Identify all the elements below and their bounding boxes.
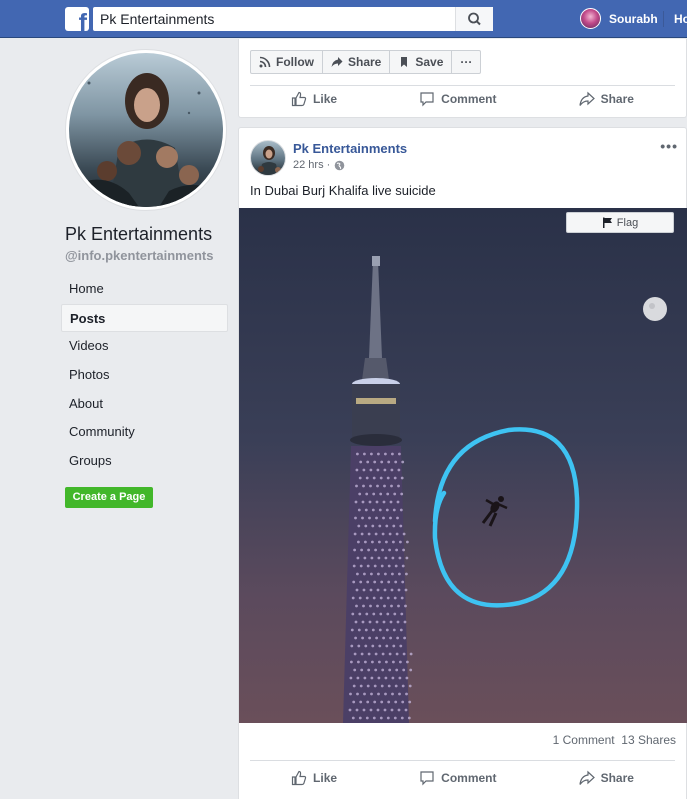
globe-icon (334, 160, 345, 170)
post-text: In Dubai Burj Khalifa live suicide (250, 183, 436, 198)
like-button[interactable]: Like (291, 91, 337, 107)
thumbs-up-icon (291, 91, 307, 107)
sidebar-item-posts[interactable]: Posts (61, 303, 228, 333)
share-arrow-icon (578, 770, 595, 785)
avatar[interactable] (580, 8, 601, 29)
share-button[interactable]: Share (578, 91, 634, 107)
create-page-button[interactable]: Create a Page (65, 487, 153, 508)
search-input[interactable]: Pk Entertainments (93, 7, 493, 31)
save-label: Save (415, 55, 444, 69)
bookmark-icon (401, 57, 408, 67)
divider (250, 760, 675, 761)
like-button[interactable]: Like (291, 770, 337, 786)
post-author-link[interactable]: Pk Entertainments (293, 141, 407, 156)
search-button[interactable] (455, 7, 493, 31)
page-actions-card: Follow Share Save ··· Like Comment Share (238, 39, 687, 118)
share-button[interactable]: Share (578, 770, 634, 786)
like-label: Like (313, 771, 338, 785)
sidebar-item-home[interactable]: Home (61, 275, 228, 304)
page-profile-picture[interactable] (65, 49, 227, 211)
post-photo (343, 256, 667, 723)
post-action-bar: Like Comment Share (250, 770, 675, 786)
more-button[interactable]: ··· (452, 51, 480, 73)
sidebar-item-videos[interactable]: Videos (61, 332, 228, 361)
facebook-logo-icon[interactable]: f (65, 7, 89, 31)
follow-button[interactable]: Follow (251, 51, 323, 73)
like-label: Like (313, 92, 338, 106)
post-image[interactable]: Flag (239, 208, 687, 723)
comment-bubble-icon (420, 771, 434, 786)
sidebar-nav: Home Posts Videos Photos About Community… (61, 275, 228, 476)
sidebar-item-groups[interactable]: Groups (61, 447, 228, 476)
flag-button[interactable]: Flag (566, 212, 674, 233)
topbar-divider (663, 11, 664, 27)
share-label: Share (600, 92, 634, 106)
post-timestamp[interactable]: 22 hrs · (293, 159, 345, 171)
profile-poster-art (69, 73, 223, 207)
comment-bubble-icon (420, 92, 434, 107)
share-page-button[interactable]: Share (323, 51, 391, 73)
action-bar: Like Comment Share (250, 91, 675, 107)
post-options-icon[interactable]: ••• (660, 138, 678, 154)
share-count[interactable]: 13 Shares (621, 733, 676, 747)
page-handle[interactable]: @info.pkentertainments (65, 248, 213, 263)
comment-button[interactable]: Comment (419, 770, 497, 786)
sidebar-item-community[interactable]: Community (61, 418, 228, 447)
share-label: Share (600, 771, 634, 785)
share-label: Share (348, 55, 382, 69)
post-stats: 1 Comment 13 Shares (553, 733, 676, 747)
sidebar-item-photos[interactable]: Photos (61, 361, 228, 390)
home-link[interactable]: Home (674, 12, 687, 26)
top-bar: f Pk Entertainments Sourabh Home (0, 0, 687, 38)
comment-button[interactable]: Comment (419, 91, 497, 107)
comment-label: Comment (441, 771, 497, 785)
user-name[interactable]: Sourabh (609, 12, 658, 26)
rss-icon (259, 56, 271, 68)
post-author-avatar[interactable] (250, 140, 286, 176)
save-button[interactable]: Save (390, 51, 453, 73)
follow-label: Follow (276, 55, 314, 69)
page-action-buttons: Follow Share Save ··· (250, 50, 482, 74)
comment-count[interactable]: 1 Comment (553, 733, 615, 747)
falling-figure (481, 496, 508, 527)
page-name[interactable]: Pk Entertainments (65, 224, 212, 245)
divider (250, 85, 675, 86)
share-arrow-icon (331, 57, 343, 67)
search-icon (468, 12, 481, 26)
flag-label: Flag (616, 216, 639, 229)
search-input-value: Pk Entertainments (100, 11, 215, 27)
thumbs-up-icon (291, 770, 307, 786)
sidebar-item-about[interactable]: About (61, 390, 228, 419)
share-arrow-icon (578, 91, 595, 106)
post-card: Pk Entertainments 22 hrs · ••• In Dubai … (238, 127, 687, 799)
post-time-text: 22 hrs · (293, 159, 331, 171)
flag-icon (602, 217, 612, 228)
comment-label: Comment (441, 92, 497, 106)
